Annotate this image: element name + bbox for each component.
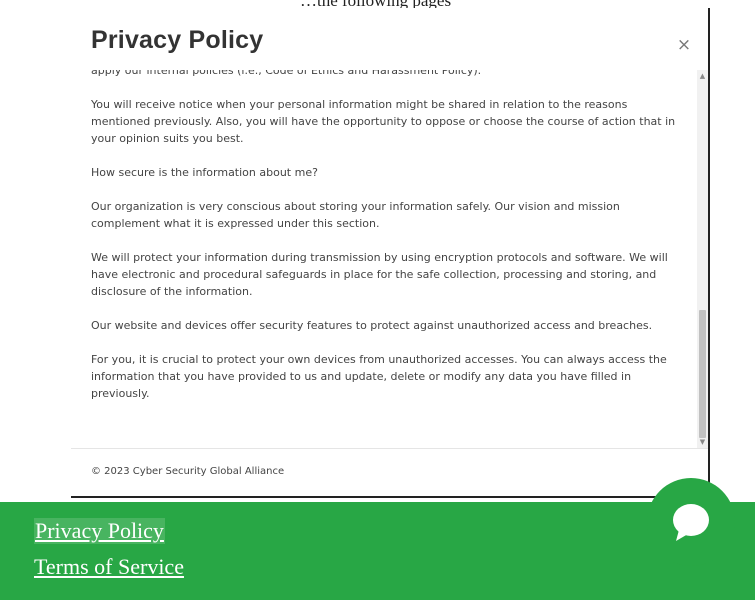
policy-paragraph: We will protect your information during …	[91, 251, 668, 298]
scroll-up-arrow-icon[interactable]: ▲	[697, 70, 708, 82]
policy-paragraph: Our organization is very conscious about…	[91, 200, 620, 230]
policy-paragraph: You will receive notice when your person…	[91, 98, 676, 145]
scroll-down-arrow-icon[interactable]: ▼	[697, 436, 708, 448]
policy-text: apply our internal policies (i.e., Code …	[91, 70, 689, 419]
policy-paragraph: For you, it is crucial to protect your o…	[91, 353, 667, 400]
scroll-thumb[interactable]	[699, 310, 706, 438]
terms-of-service-link[interactable]: Terms of Service	[34, 554, 184, 580]
modal-header: Privacy Policy ×	[71, 8, 708, 70]
copyright-text: © 2023 Cyber Security Global Alliance	[91, 466, 285, 477]
top-strip: …the following pages	[0, 0, 755, 10]
modal-right-edge	[708, 8, 710, 498]
policy-question: How secure is the information about me?	[91, 166, 318, 179]
privacy-policy-modal: Privacy Policy × apply our internal poli…	[71, 8, 708, 498]
policy-paragraph: Our website and devices offer security f…	[91, 319, 653, 332]
modal-scrollbar[interactable]: ▲ ▼	[697, 70, 708, 448]
policy-paragraph: apply our internal policies (i.e., Code …	[91, 70, 482, 77]
chat-bubble-icon	[673, 504, 709, 541]
modal-title: Privacy Policy	[91, 26, 264, 54]
modal-footer: © 2023 Cyber Security Global Alliance	[71, 448, 708, 496]
close-icon[interactable]: ×	[671, 32, 697, 58]
privacy-policy-link[interactable]: Privacy Policy	[34, 518, 165, 544]
page-footer: Privacy Policy Terms of Service	[0, 478, 755, 600]
modal-body[interactable]: apply our internal policies (i.e., Code …	[71, 70, 708, 448]
chat-button[interactable]	[647, 478, 735, 566]
